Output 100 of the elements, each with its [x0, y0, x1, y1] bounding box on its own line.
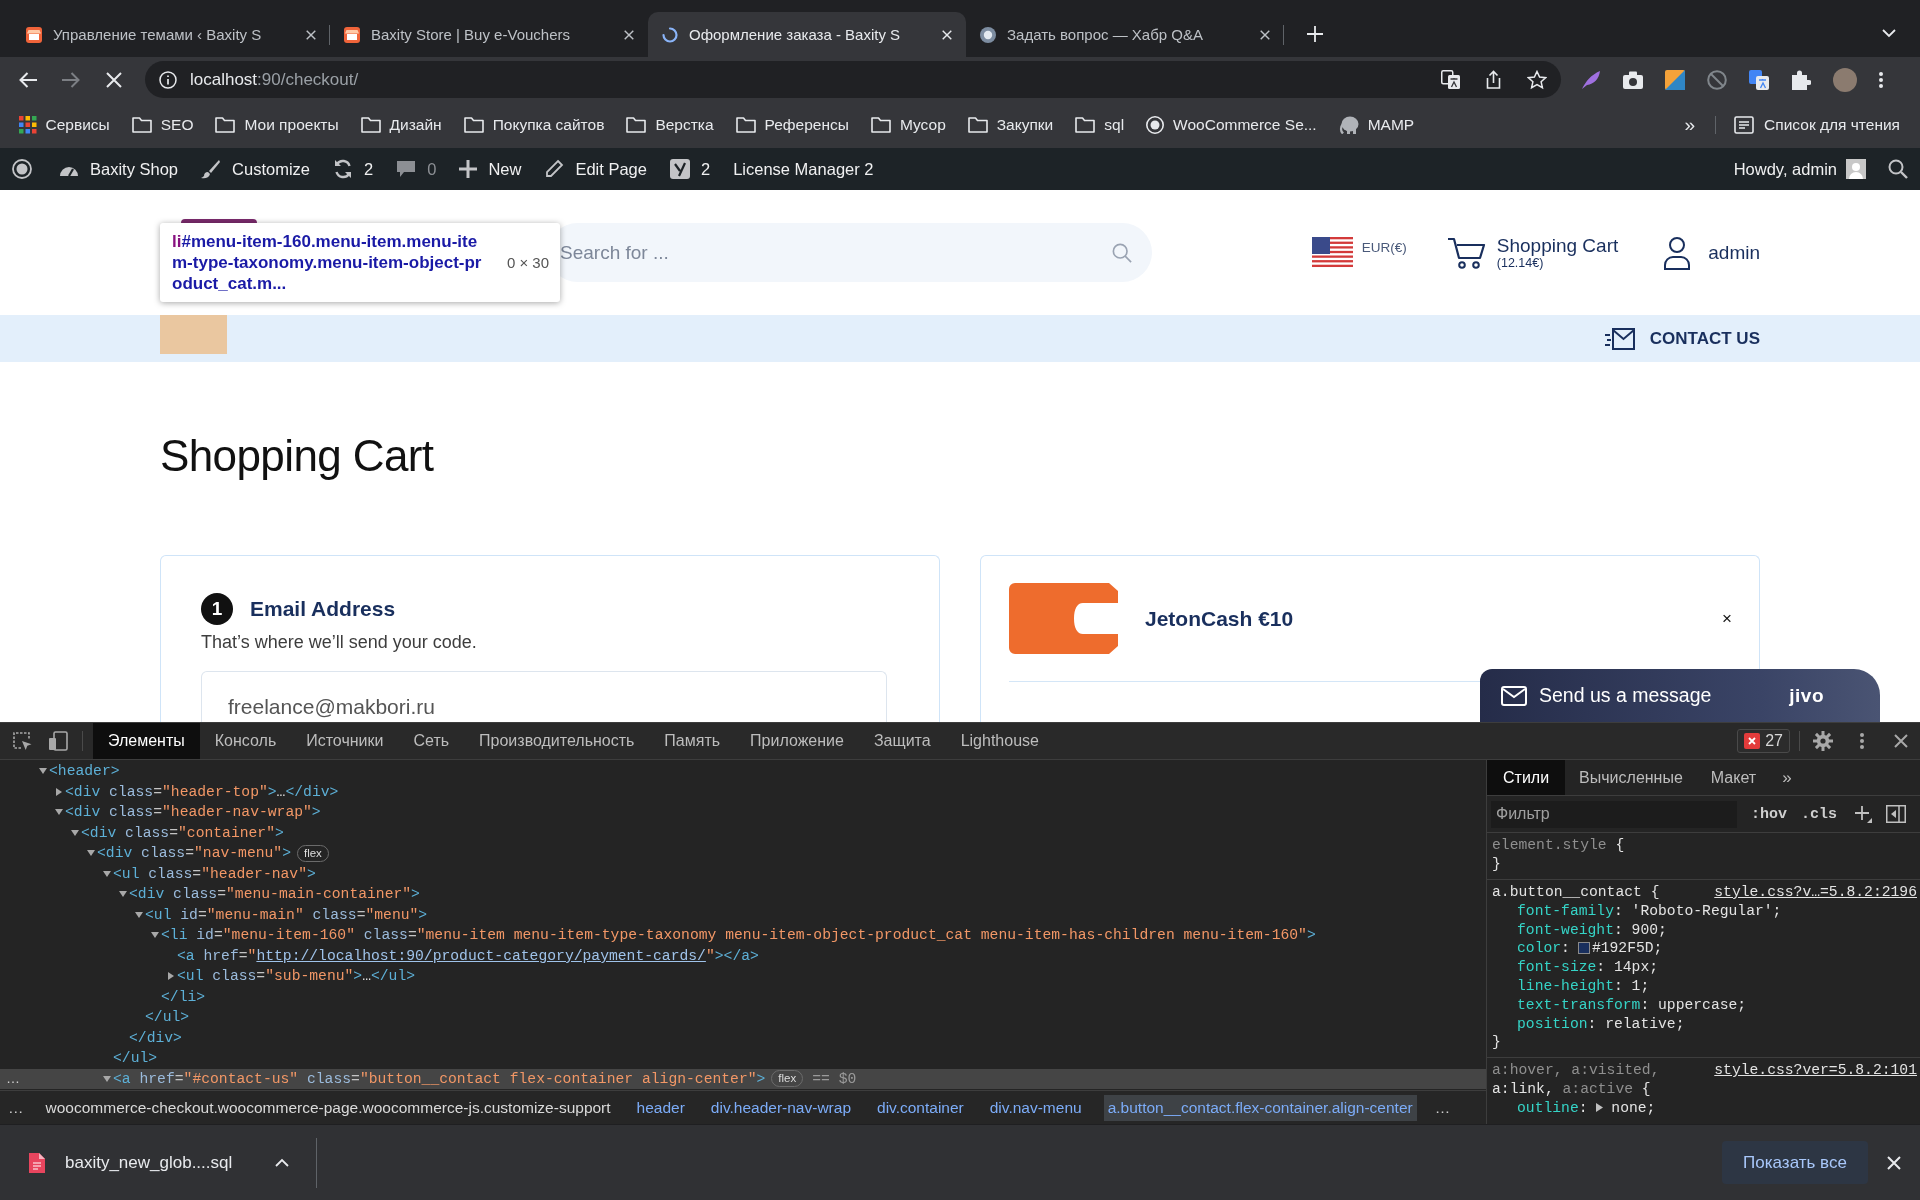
more-icon[interactable]: [1879, 71, 1883, 88]
triangle-right-icon[interactable]: [168, 972, 174, 981]
bookmark-item[interactable]: SEO: [131, 116, 194, 134]
triangle-down-icon[interactable]: [151, 932, 159, 939]
sidebar-tab[interactable]: Макет: [1696, 760, 1771, 795]
feather-icon[interactable]: [1581, 69, 1601, 90]
admin-bar-link[interactable]: New: [459, 159, 522, 179]
bookmark-item[interactable]: Мои проекты: [215, 116, 339, 134]
inspect-icon[interactable]: [12, 731, 32, 751]
translate-app-icon[interactable]: [1749, 69, 1769, 90]
account-menu[interactable]: Howdy, admin: [1733, 159, 1866, 179]
chevron-up-icon[interactable]: [275, 1158, 289, 1167]
cart-link[interactable]: Shopping Cart (12.14€): [1446, 235, 1619, 270]
triangle-down-icon[interactable]: [103, 870, 111, 877]
account-link[interactable]: admin: [1663, 235, 1760, 270]
admin-bar-link[interactable]: Edit Page: [544, 159, 647, 179]
bookmark-item[interactable]: Сервисы: [19, 116, 110, 134]
dom-node[interactable]: <a href="#contact-us" class="button__contact flex-container align-center">: [113, 1070, 766, 1087]
triangle-down-icon[interactable]: [39, 768, 47, 775]
sidebar-tab[interactable]: Вычисленные: [1565, 760, 1697, 795]
devtools-tab[interactable]: Lighthouse: [945, 723, 1054, 759]
dom-node[interactable]: <div class="menu-main-container">: [129, 886, 420, 903]
bookmark-item[interactable]: Закупки: [967, 116, 1054, 134]
forward-icon[interactable]: [61, 70, 81, 89]
plus-icon[interactable]: [1854, 805, 1873, 823]
bookmark-item[interactable]: Покупка сайтов: [463, 116, 605, 134]
admin-bar-link[interactable]: 0: [396, 159, 437, 179]
share-icon[interactable]: [1484, 70, 1503, 89]
triangle-down-icon[interactable]: [119, 891, 127, 898]
triangle-down-icon[interactable]: [55, 809, 63, 816]
info-icon[interactable]: [159, 70, 177, 89]
triangle-down-icon[interactable]: [103, 1075, 111, 1082]
triangle-down-icon[interactable]: [71, 829, 79, 836]
dom-node[interactable]: <ul class="header-nav">: [113, 865, 316, 882]
admin-bar-link[interactable]: License Manager 2: [733, 159, 874, 179]
browser-tab[interactable]: Управление темами ‹ Baxity S: [12, 12, 330, 57]
currency-selector[interactable]: EUR(€): [1311, 236, 1407, 269]
search-icon[interactable]: [1888, 159, 1908, 179]
filter-field[interactable]: Фильтр: [1491, 800, 1737, 828]
admin-bar-link[interactable]: Baxity Shop: [59, 159, 179, 179]
dom-node[interactable]: <div class="header-nav-wrap">: [65, 804, 321, 821]
devtools-tab[interactable]: Приложение: [735, 723, 859, 759]
email-field[interactable]: freelance@makbori.ru: [201, 671, 887, 722]
puzzle-icon[interactable]: [1791, 69, 1811, 90]
bookmark-item[interactable]: WooCommerce Se...: [1146, 116, 1317, 134]
breadcrumb-item[interactable]: div.header-nav-wrap: [706, 1094, 855, 1121]
dom-node[interactable]: <div class="header-top">…</div>: [65, 783, 339, 800]
stop-icon[interactable]: [105, 70, 123, 89]
logo-icon[interactable]: [12, 159, 32, 179]
bookmark-item[interactable]: MAMP: [1338, 116, 1415, 134]
dom-node[interactable]: <ul class="sub-menu">…</ul>: [177, 968, 416, 985]
breadcrumb-item[interactable]: header: [632, 1094, 689, 1121]
dom-node[interactable]: <li id="menu-item-160" class="menu-item menu-item-type-taxonomy menu-item-object-product_cat menu-item-has-children menu-item-160">: [161, 927, 1316, 944]
error-count-badge[interactable]: 27: [1737, 729, 1790, 753]
admin-bar-link[interactable]: 2: [333, 159, 374, 179]
devtools-tab[interactable]: Элементы: [93, 723, 200, 759]
close-icon[interactable]: [1260, 29, 1270, 40]
reading-list-button[interactable]: Список для чтения: [1715, 116, 1900, 134]
dom-node[interactable]: <header>: [49, 763, 120, 780]
breadcrumb-item[interactable]: div.container: [873, 1094, 968, 1121]
scroll-right-button[interactable]: …: [1434, 1098, 1451, 1117]
close-icon[interactable]: [1894, 734, 1908, 748]
plus-icon[interactable]: [1307, 26, 1323, 42]
dom-node[interactable]: <a href="http://localhost:90/product-category/payment-cards/"></a>: [177, 947, 759, 964]
chat-widget-button[interactable]: Send us a message jivo: [1480, 669, 1880, 722]
row-menu-button[interactable]: …: [6, 1068, 20, 1087]
triangle-down-icon[interactable]: [135, 911, 143, 918]
sidebar-tab[interactable]: Стили: [1487, 760, 1566, 795]
chevron-down-icon[interactable]: [1882, 29, 1896, 38]
device-icon[interactable]: [48, 731, 68, 751]
dom-node[interactable]: <div class="nav-menu">: [97, 845, 291, 862]
bookmark-item[interactable]: sql: [1075, 116, 1125, 134]
triangle-down-icon[interactable]: [87, 850, 95, 857]
triangle-right-icon[interactable]: [1595, 1103, 1603, 1113]
devtools-tab[interactable]: Консоль: [199, 723, 292, 759]
source-link[interactable]: style.css?ver=5.8.2:101: [1714, 1062, 1917, 1079]
bookmark-item[interactable]: Референсы: [735, 116, 849, 134]
browser-tab[interactable]: Baxity Store | Buy e-Vouchers: [330, 12, 648, 57]
browser-tab[interactable]: Оформление заказа - Baxity S: [648, 12, 966, 57]
show-all-button[interactable]: Показать все: [1722, 1141, 1868, 1184]
close-icon[interactable]: [306, 29, 316, 40]
breadcrumb-item[interactable]: woocommerce-checkout.woocommerce-page.woocommerce-js.customize-support: [41, 1094, 615, 1121]
admin-bar-link[interactable]: Customize: [201, 159, 310, 179]
source-link[interactable]: style.css?v…=5.8.2:2196: [1714, 884, 1917, 900]
devtools-tab[interactable]: Источники: [291, 723, 399, 759]
toggle-button[interactable]: .cls: [1801, 805, 1838, 823]
sidebar-toggle-icon[interactable]: [1886, 805, 1907, 823]
color-swatch-icon[interactable]: [1577, 942, 1590, 955]
devtools-tab[interactable]: Производительность: [464, 723, 650, 759]
more-icon[interactable]: [1860, 733, 1864, 749]
breadcrumb-item[interactable]: div.nav-menu: [985, 1094, 1086, 1121]
star-icon[interactable]: [1527, 69, 1547, 90]
devtools-tab[interactable]: Память: [649, 723, 736, 759]
back-icon[interactable]: [18, 70, 38, 89]
triangle-right-icon[interactable]: [56, 787, 62, 796]
bookmark-item[interactable]: Верстка: [626, 116, 714, 134]
bookmark-item[interactable]: Дизайн: [360, 116, 442, 134]
download-item[interactable]: baxity_new_glob....sql: [0, 1136, 316, 1189]
color-tile-icon[interactable]: [1665, 69, 1685, 90]
contact-us-link[interactable]: CONTACT US: [1604, 327, 1760, 350]
